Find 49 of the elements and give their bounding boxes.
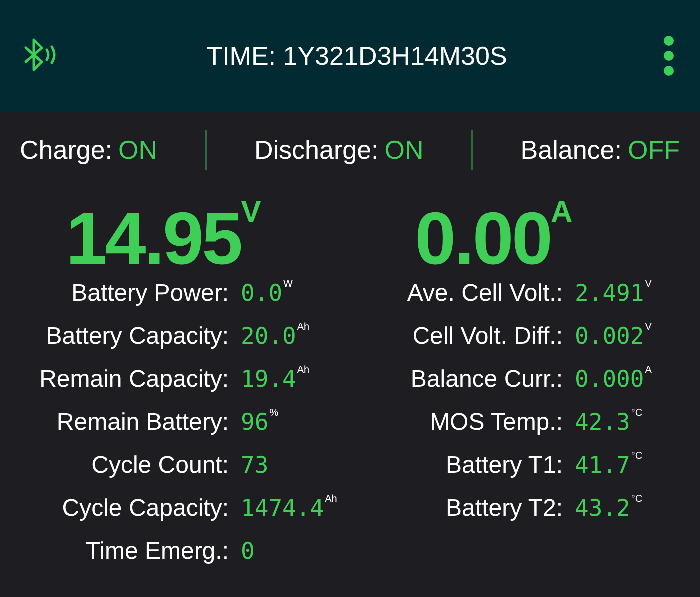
field-label: Battery T1: — [445, 451, 563, 481]
readout-unit: V — [241, 198, 262, 228]
field-label: Battery Power: — [70, 279, 229, 309]
readout-value: 0.00 — [415, 202, 552, 276]
field-label: Cycle Capacity: — [61, 494, 229, 524]
status-label: Balance: — [520, 134, 622, 166]
field-label: Balance Curr.: — [410, 365, 563, 395]
unit-label: V — [645, 278, 652, 292]
field-label: MOS Temp.: — [429, 408, 563, 438]
unit-label: Ah — [325, 493, 338, 507]
field-value: 43.2 — [575, 495, 630, 524]
field-value: 19.4 — [241, 366, 296, 395]
field-value: 73 — [241, 452, 269, 481]
field-value: 42.3 — [575, 409, 630, 438]
field-label: Time Emerg.: — [84, 537, 229, 567]
field-label: Ave. Cell Volt.: — [406, 279, 563, 309]
unit-label: Ah — [297, 321, 310, 335]
field-label: Battery T2: — [445, 494, 563, 524]
field-value: 0.0 — [241, 280, 283, 309]
field-value: 0.002 — [575, 323, 644, 352]
uptime-title: TIME: 1Y321D3H14M30S — [206, 40, 508, 72]
unit-label: % — [270, 407, 279, 421]
field-label: Cell Volt. Diff.: — [412, 322, 563, 352]
unit-label: °C — [631, 493, 643, 507]
field-value: 41.7 — [575, 452, 630, 481]
field-label: Battery Capacity: — [45, 322, 229, 352]
status-label: Discharge: — [254, 134, 379, 166]
field-label: Cycle Count: — [90, 451, 229, 481]
status-value: ON — [118, 134, 158, 166]
status-label: Charge: — [20, 134, 112, 166]
status-value: ON — [384, 134, 424, 166]
readout-value: 14.95 — [66, 202, 242, 276]
status-value: OFF — [628, 134, 680, 166]
readout-unit: A — [551, 198, 573, 228]
field-value: 0.000 — [575, 366, 644, 395]
field-label: Remain Capacity: — [38, 365, 229, 395]
unit-label: °C — [631, 450, 643, 464]
menu-icon[interactable] — [662, 36, 676, 76]
unit-label: W — [284, 278, 293, 292]
unit-label: V — [645, 321, 652, 335]
field-value: 20.0 — [241, 323, 296, 352]
field-value: 0 — [241, 538, 255, 567]
field-value: 1474.4 — [241, 495, 324, 524]
unit-label: Ah — [297, 364, 310, 378]
field-value: 96 — [241, 409, 269, 438]
unit-label: °C — [631, 407, 643, 421]
field-label: Remain Battery: — [56, 408, 229, 438]
unit-label: A — [645, 364, 652, 378]
field-value: 2.491 — [575, 280, 644, 309]
